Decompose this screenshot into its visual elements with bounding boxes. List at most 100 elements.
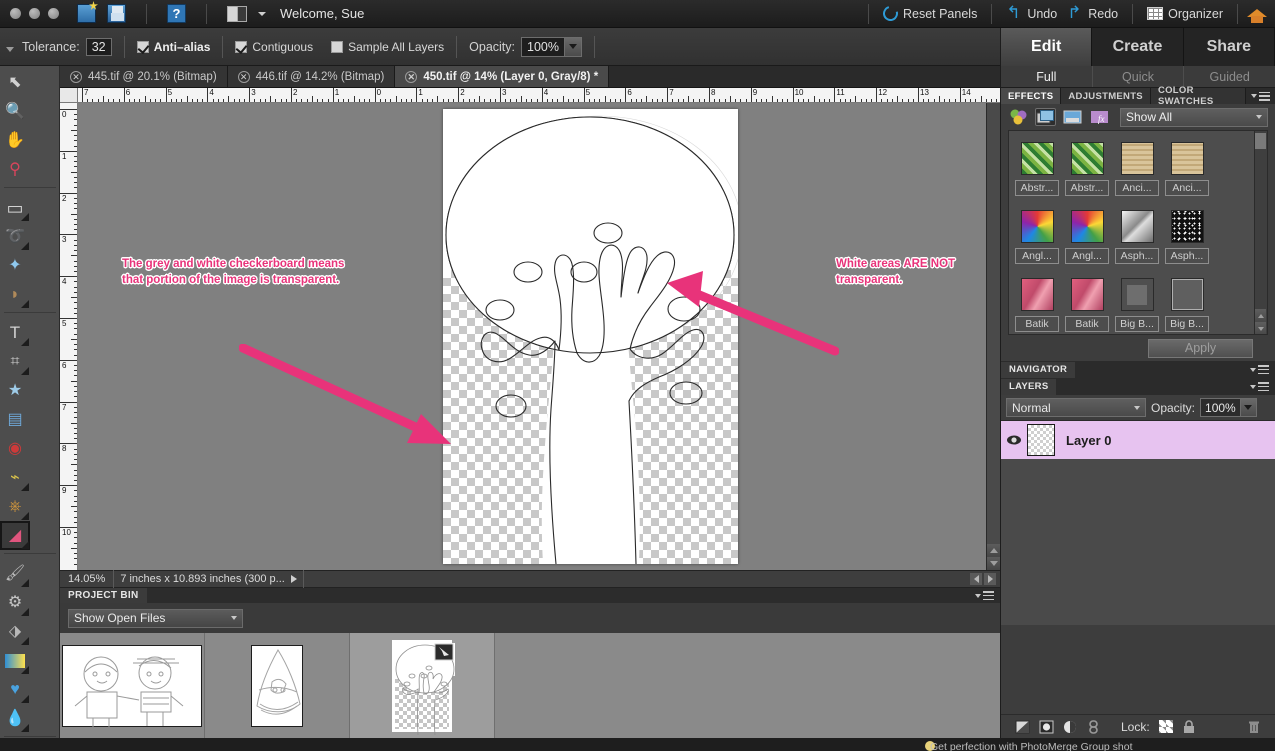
chevron-down-icon[interactable]	[1239, 399, 1256, 416]
tab-quick[interactable]: Quick	[1091, 66, 1184, 87]
anti-alias-checkbox[interactable]: Anti–alias	[136, 40, 210, 54]
tab-effects[interactable]: EFFECTS	[1001, 88, 1062, 104]
minimize-window-button[interactable]	[29, 8, 40, 19]
ruler-corner[interactable]	[60, 88, 78, 103]
vertical-ruler[interactable]: 0 1 2 3 4 5 6 7 8 9 10	[60, 103, 78, 570]
tool-preset-chevron-icon[interactable]	[6, 47, 14, 52]
type-tool[interactable]: T	[0, 318, 30, 347]
zoom-tool[interactable]: 🔍	[0, 97, 30, 126]
close-icon[interactable]: ✕	[70, 70, 82, 83]
effect-item[interactable]: Abstr...	[1013, 136, 1061, 202]
bin-thumb-446[interactable]	[205, 633, 350, 738]
layer-thumbnail[interactable]	[1027, 424, 1055, 456]
cookie-cutter-tool[interactable]: ★	[0, 376, 30, 405]
brush-tool[interactable]: 🖌	[0, 559, 30, 588]
effects-scrollbar[interactable]	[1254, 131, 1267, 334]
add-layer-style-icon[interactable]	[1015, 720, 1030, 734]
clone-stamp-tool[interactable]: ⎈	[0, 492, 30, 521]
close-icon[interactable]: ✕	[237, 70, 250, 83]
chevron-down-icon[interactable]	[564, 37, 581, 56]
layers-list[interactable]: Layer 0	[1001, 420, 1275, 625]
undo-button[interactable]: ↰ Undo	[1001, 4, 1062, 23]
navigator-panel-header[interactable]: NAVIGATOR	[1001, 361, 1275, 378]
straighten-tool[interactable]: ▤	[0, 405, 30, 434]
move-tool[interactable]: ⬉	[0, 68, 30, 97]
image-document[interactable]	[443, 109, 738, 564]
new-file-icon[interactable]	[77, 4, 96, 23]
new-adjustment-layer-icon[interactable]	[1063, 720, 1078, 734]
contiguous-checkbox[interactable]: Contiguous	[235, 40, 313, 54]
tolerance-input[interactable]: 32	[85, 37, 112, 56]
new-fill-layer-icon[interactable]	[1039, 720, 1054, 734]
effect-item[interactable]: Abstr...	[1063, 136, 1111, 202]
layer-styles-icon[interactable]	[1035, 108, 1056, 126]
tab-adjustments[interactable]: ADJUSTMENTS	[1061, 88, 1151, 104]
show-open-files-dropdown[interactable]: Show Open Files	[68, 608, 243, 628]
effects-panel-menu-button[interactable]	[1246, 88, 1275, 104]
lock-transparency-icon[interactable]	[1158, 720, 1173, 733]
shape-tool[interactable]: ♥	[0, 675, 30, 704]
marquee-tool[interactable]: ▭	[0, 193, 30, 222]
tab-color-swatches[interactable]: COLOR SWATCHES	[1150, 85, 1246, 107]
zoom-level[interactable]: 14.05%	[60, 573, 113, 585]
window-controls[interactable]	[0, 8, 59, 19]
chevron-down-icon[interactable]	[258, 11, 266, 16]
blur-tool[interactable]: 💧	[0, 704, 30, 733]
tab-create[interactable]: Create	[1092, 28, 1184, 66]
tab-full[interactable]: Full	[1001, 66, 1092, 87]
quick-selection-tool[interactable]: ◗	[0, 280, 30, 309]
eye-icon[interactable]	[1001, 434, 1027, 446]
hand-tool[interactable]: ✋	[0, 126, 30, 155]
tab-edit[interactable]: Edit	[1001, 28, 1093, 66]
effect-item[interactable]: Batik	[1063, 272, 1111, 334]
scroll-up-button[interactable]	[987, 544, 1001, 557]
effect-item[interactable]: Angl...	[1063, 204, 1111, 270]
opacity-combo[interactable]: 100%	[521, 36, 582, 57]
navigator-menu-button[interactable]	[1250, 365, 1275, 374]
effects-grid-container[interactable]: Abstr... Abstr... Anci... Anci... Angl... Ang…	[1008, 130, 1268, 335]
effect-item[interactable]: Angl...	[1013, 204, 1061, 270]
scroll-down-button[interactable]	[987, 557, 1001, 570]
gradient-tool[interactable]	[0, 646, 30, 675]
reset-panels-button[interactable]: Reset Panels	[878, 3, 982, 24]
smart-brush-tool[interactable]: ⚙	[0, 588, 30, 617]
redo-button[interactable]: ↱ Redo	[1062, 4, 1123, 23]
effect-item[interactable]: Anci...	[1163, 136, 1211, 202]
close-window-button[interactable]	[10, 8, 21, 19]
effect-item[interactable]: Asph...	[1163, 204, 1211, 270]
effect-item[interactable]: Big B...	[1113, 272, 1161, 334]
effects-fx-icon[interactable]: fx	[1089, 108, 1110, 126]
bin-thumb-450[interactable]	[350, 633, 495, 738]
layers-panel-header[interactable]: LAYERS	[1001, 378, 1275, 395]
scroll-left-button[interactable]	[970, 573, 982, 585]
document-tab-446[interactable]: ✕ 446.tif @ 14.2% (Bitmap)	[227, 66, 396, 87]
layers-menu-button[interactable]	[1250, 382, 1275, 391]
magic-wand-tool[interactable]: ✦	[0, 251, 30, 280]
filters-icon[interactable]	[1008, 108, 1029, 126]
delete-layer-icon[interactable]	[1247, 720, 1262, 734]
lock-all-icon[interactable]	[1182, 719, 1197, 734]
blend-mode-dropdown[interactable]: Normal	[1006, 398, 1146, 417]
paint-bucket-tool[interactable]: ⬗	[0, 617, 30, 646]
eyedropper-tool[interactable]: ⚲	[0, 155, 30, 184]
scrollbar-thumb[interactable]	[1255, 133, 1266, 149]
save-icon[interactable]	[107, 4, 126, 23]
effect-item[interactable]: Asph...	[1113, 204, 1161, 270]
organizer-button[interactable]: Organizer	[1142, 5, 1228, 23]
apply-button[interactable]: Apply	[1148, 338, 1253, 358]
scroll-down-button[interactable]	[1255, 322, 1266, 334]
help-icon[interactable]: ?	[167, 4, 186, 23]
effect-item[interactable]: Big B...	[1163, 272, 1211, 334]
horizontal-ruler[interactable]: 7 6 5 4 3 2 1 0 1 2 3 4 5 6 7 8 9 10 11 12 13 14	[78, 88, 1000, 103]
link-layers-icon[interactable]	[1087, 719, 1102, 734]
scroll-right-button[interactable]	[984, 573, 996, 585]
effect-item[interactable]: Batik	[1013, 272, 1061, 334]
layout-icon[interactable]	[227, 5, 247, 22]
home-icon[interactable]	[1247, 5, 1267, 23]
document-tab-450[interactable]: ✕ 450.tif @ 14% (Layer 0, Gray/8) *	[395, 66, 610, 87]
sample-all-layers-checkbox[interactable]: Sample All Layers	[331, 40, 444, 54]
document-dimensions[interactable]: 7 inches x 10.893 inches (300 p...	[113, 570, 304, 588]
canvas-vertical-scrollbar[interactable]	[986, 103, 1001, 570]
crop-tool[interactable]: ⌗	[0, 347, 30, 376]
tab-guided[interactable]: Guided	[1183, 66, 1275, 87]
